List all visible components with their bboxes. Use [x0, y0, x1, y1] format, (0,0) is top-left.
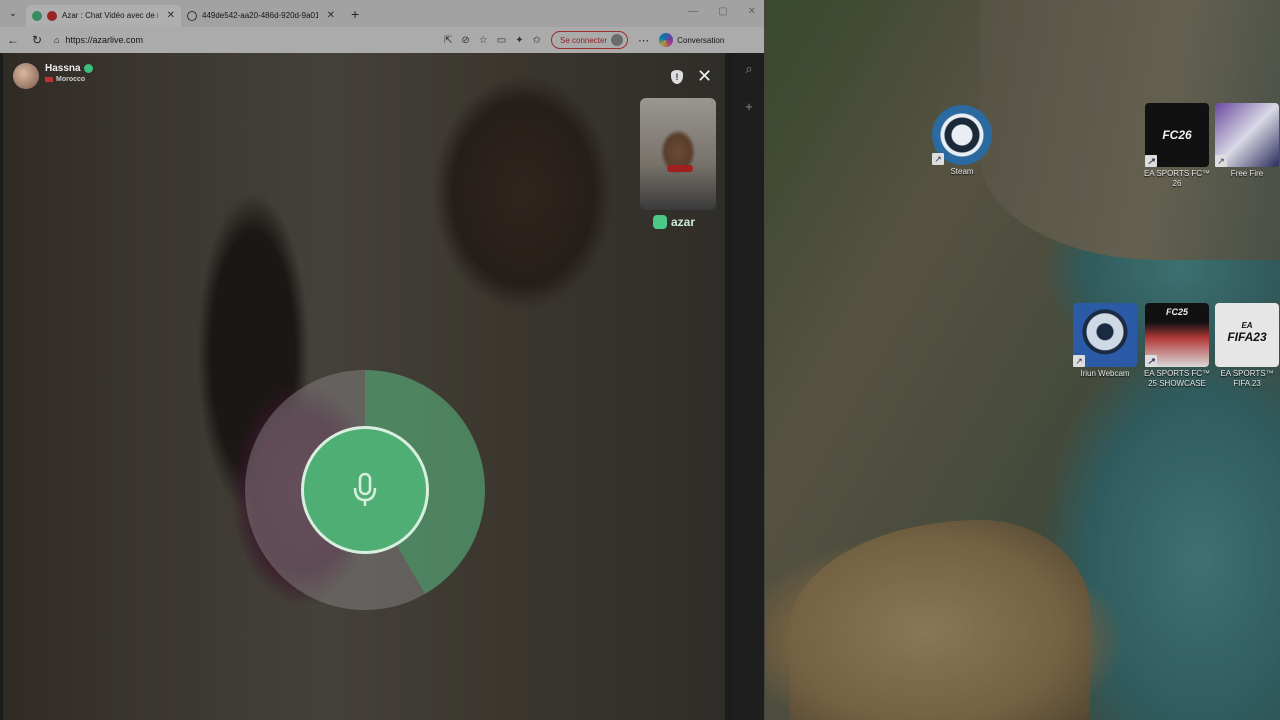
tab-uuid[interactable]: 449de542-aa20-486d-920d-9a01 ✕	[181, 5, 341, 27]
camera-icon[interactable]: ▭	[497, 35, 506, 46]
globe-icon	[187, 10, 197, 21]
desktop-icon-label: EA SPORTS FC™ 25 SHOWCASE	[1143, 369, 1211, 388]
tab-azar[interactable]: Azar : Chat Vidéo avec de no ✕	[26, 4, 181, 27]
fc25-tile-text: FC25	[1165, 307, 1188, 317]
shortcut-arrow-icon: ↗	[932, 153, 944, 165]
favorite-star-icon[interactable]: ☆	[479, 35, 488, 46]
webcam-icon: ↗	[1073, 303, 1137, 367]
mic-button[interactable]	[301, 426, 429, 554]
sidebar-add-icon[interactable]: +	[734, 99, 764, 114]
peer-avatar	[13, 63, 39, 89]
favorites-icon[interactable]: ✩	[533, 35, 541, 46]
browser-window: ⌄ Azar : Chat Vidéo avec de no ✕ 449de54…	[0, 0, 765, 720]
copilot-icon	[659, 33, 674, 47]
fifa23-tile-text: FIFA23	[1227, 330, 1267, 344]
new-tab-icon[interactable]: +	[351, 6, 359, 22]
desktop-icon-fc26[interactable]: FC26 ↗ EA SPORTS FC™ 26	[1142, 103, 1212, 189]
tab-close-icon[interactable]: ✕	[327, 10, 335, 21]
peer-info[interactable]: Hassna Morocco	[13, 63, 93, 89]
refresh-icon[interactable]: ↻	[30, 33, 44, 47]
sidebar-search-icon[interactable]: ⌕	[734, 61, 764, 77]
self-view-sunglasses	[667, 165, 693, 172]
site-info-icon[interactable]: ⌂	[54, 35, 59, 45]
ea-tile-text: EA	[1241, 321, 1253, 330]
tab-list-chevron-icon[interactable]: ⌄	[0, 8, 26, 19]
tab-title: Azar : Chat Vidéo avec de no	[62, 11, 158, 20]
tab-title: 449de542-aa20-486d-920d-9a01	[202, 11, 318, 20]
desktop-icon-fifa23[interactable]: EA FIFA23 EA SPORTS™ FIFA 23	[1212, 303, 1280, 389]
maximize-icon[interactable]: ▢	[718, 6, 727, 17]
desktop-icon-label: EA SPORTS FC™ 26	[1143, 169, 1211, 188]
conversation-label: Conversation	[677, 35, 725, 45]
tab-close-icon[interactable]: ✕	[167, 10, 175, 21]
free-fire-icon: ↗	[1215, 103, 1279, 167]
window-controls: — ▢ ✕	[688, 6, 756, 17]
azar-logo-icon	[653, 215, 667, 229]
desktop-icon-steam[interactable]: ↗ Steam	[927, 105, 997, 177]
tab-bar: ⌄ Azar : Chat Vidéo avec de no ✕ 449de54…	[0, 0, 764, 27]
desktop-icon-fc25-showcase[interactable]: FC25 ↗ EA SPORTS FC™ 25 SHOWCASE	[1142, 303, 1212, 389]
shortcut-arrow-icon: ↗	[1145, 155, 1157, 167]
more-menu-icon[interactable]: ⋯	[638, 34, 649, 47]
shortcut-arrow-icon: ↗	[1145, 355, 1157, 367]
url-text: https://azarlive.com	[65, 35, 143, 45]
signin-label: Se connecter	[559, 35, 608, 45]
signin-button[interactable]: Se connecter	[550, 31, 629, 49]
verified-badge-icon	[83, 64, 93, 73]
fifa23-icon: EA FIFA23	[1215, 303, 1279, 367]
open-in-app-icon[interactable]: ⇱	[444, 35, 452, 46]
desktop-icon-iriun-webcam[interactable]: ↗ Iriun Webcam	[1070, 303, 1140, 379]
peer-country: Morocco	[56, 76, 86, 83]
azar-favicon-icon	[32, 10, 42, 21]
close-call-icon[interactable]: ✕	[697, 66, 712, 86]
azar-logo: azar	[653, 215, 695, 229]
minimize-icon[interactable]: —	[688, 6, 698, 17]
address-bar: ← ↻ ⌂ https://azarlive.com ⇱ ⊘ ☆ ▭ ✦ ✩ S…	[0, 27, 764, 53]
fc26-tile-text: FC26	[1162, 128, 1192, 142]
copilot-button[interactable]: Conversation	[659, 33, 724, 47]
desktop-icon-label: EA SPORTS™ FIFA 23	[1220, 369, 1274, 388]
microphone-icon	[353, 472, 377, 506]
url-field[interactable]: ⌂ https://azarlive.com	[54, 35, 434, 45]
shortcut-arrow-icon: ↗	[1215, 155, 1227, 167]
desktop-icon-label: Steam	[950, 167, 974, 176]
fc25-icon: FC25 ↗	[1145, 303, 1209, 367]
profile-avatar-icon	[611, 34, 624, 46]
flag-icon	[45, 77, 53, 82]
tracking-icon[interactable]: ⊘	[461, 35, 469, 46]
browser-sidebar: ⌕ +	[734, 53, 764, 720]
extensions-icon[interactable]: ✦	[515, 35, 523, 46]
recording-dot-icon	[47, 10, 57, 21]
toolbar-icons: ⇱ ⊘ ☆ ▭ ✦ ✩	[444, 35, 541, 46]
close-window-icon[interactable]: ✕	[748, 6, 756, 17]
fc26-icon: FC26 ↗	[1145, 103, 1209, 167]
desktop-icon-label: Free Fire	[1230, 169, 1264, 178]
back-icon[interactable]: ←	[6, 33, 20, 47]
desktop-icon-free-fire[interactable]: ↗ Free Fire	[1212, 103, 1280, 179]
steam-icon: ↗	[932, 105, 992, 165]
peer-name: Hassna	[45, 63, 81, 74]
shortcut-arrow-icon: ↗	[1073, 355, 1085, 367]
desktop-icon-label: Iriun Webcam	[1080, 369, 1130, 378]
remote-video: Hassna Morocco ! ✕ azar	[3, 53, 725, 720]
azar-logo-text: azar	[671, 215, 696, 229]
self-view-video	[640, 98, 716, 210]
